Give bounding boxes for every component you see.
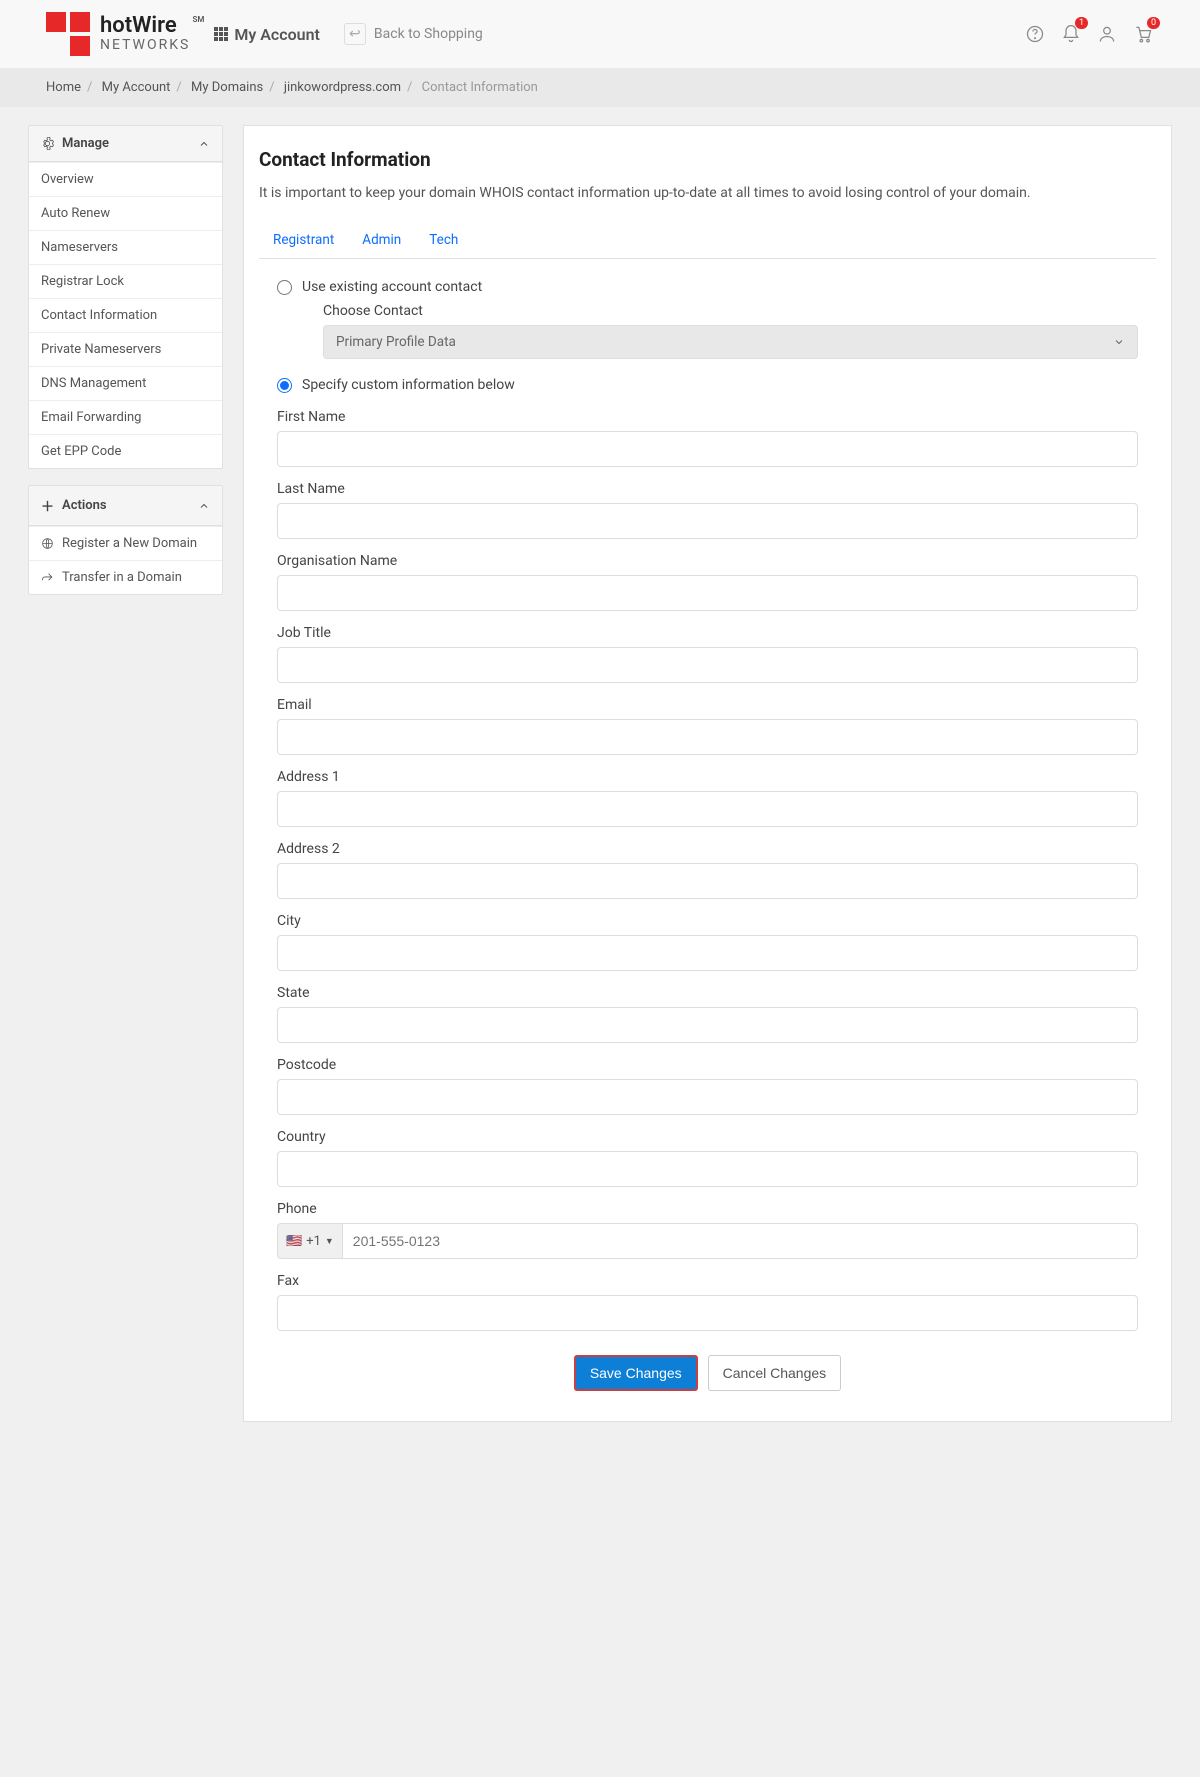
job-label: Job Title (277, 625, 1138, 641)
last-name-input[interactable] (277, 503, 1138, 539)
sidebar-item-dns[interactable]: DNS Management (29, 366, 222, 400)
email-label: Email (277, 697, 1138, 713)
email-input[interactable] (277, 719, 1138, 755)
breadcrumb-current: Contact Information (422, 80, 538, 95)
actions-panel-head[interactable]: ＋ Actions (29, 486, 222, 526)
addr2-label: Address 2 (277, 841, 1138, 857)
tab-tech[interactable]: Tech (429, 222, 458, 258)
breadcrumb-item[interactable]: My Account (102, 80, 171, 95)
phone-country-select[interactable]: 🇺🇸 +1 ▼ (277, 1223, 342, 1259)
phone-input[interactable] (342, 1223, 1138, 1259)
radio-custom[interactable] (277, 378, 292, 393)
manage-panel: Manage Overview Auto Renew Nameservers R… (28, 125, 223, 469)
brand-name: hotWireSM (100, 14, 190, 38)
user-icon[interactable] (1096, 23, 1118, 45)
city-label: City (277, 913, 1138, 929)
manage-panel-head[interactable]: Manage (29, 126, 222, 162)
chevron-up-icon (198, 500, 210, 512)
choose-contact-select[interactable]: Primary Profile Data (323, 325, 1138, 359)
cart-icon[interactable]: 0 (1132, 23, 1154, 45)
sidebar-item-private-ns[interactable]: Private Nameservers (29, 332, 222, 366)
tab-registrant[interactable]: Registrant (273, 222, 334, 258)
sidebar-item-nameservers[interactable]: Nameservers (29, 230, 222, 264)
phone-label: Phone (277, 1201, 1138, 1217)
state-label: State (277, 985, 1138, 1001)
gear-icon (41, 137, 54, 150)
help-icon[interactable] (1024, 23, 1046, 45)
radio-custom-label: Specify custom information below (302, 377, 515, 393)
breadcrumb-item[interactable]: My Domains (191, 80, 263, 95)
first-name-input[interactable] (277, 431, 1138, 467)
globe-icon (41, 537, 54, 550)
cart-badge: 0 (1147, 17, 1160, 29)
job-input[interactable] (277, 647, 1138, 683)
radio-use-existing-label: Use existing account contact (302, 279, 482, 295)
logo[interactable]: hotWireSM NETWORKS (46, 12, 190, 56)
addr2-input[interactable] (277, 863, 1138, 899)
page-title: Contact Information (259, 148, 1156, 171)
first-name-label: First Name (277, 409, 1138, 425)
main-panel: Contact Information It is important to k… (243, 125, 1172, 1422)
action-register-domain[interactable]: Register a New Domain (29, 526, 222, 560)
breadcrumb-item[interactable]: Home (46, 80, 81, 95)
my-account-link[interactable]: My Account (214, 25, 320, 44)
share-icon (41, 571, 54, 584)
chevron-up-icon (198, 138, 210, 150)
radio-use-existing[interactable] (277, 280, 292, 295)
back-to-shopping-link[interactable]: ↩ Back to Shopping (344, 23, 483, 45)
sidebar-item-email-fwd[interactable]: Email Forwarding (29, 400, 222, 434)
brand-tagline: NETWORKS (100, 38, 190, 53)
country-input[interactable] (277, 1151, 1138, 1187)
sidebar-item-auto-renew[interactable]: Auto Renew (29, 196, 222, 230)
org-input[interactable] (277, 575, 1138, 611)
breadcrumb-item[interactable]: jinkowordpress.com (284, 80, 401, 95)
chevron-down-icon (1113, 336, 1125, 348)
save-button[interactable]: Save Changes (574, 1355, 698, 1391)
actions-panel: ＋ Actions Register a New Domain Transfer… (28, 485, 223, 595)
country-label: Country (277, 1129, 1138, 1145)
postcode-input[interactable] (277, 1079, 1138, 1115)
org-label: Organisation Name (277, 553, 1138, 569)
notif-badge: 1 (1075, 17, 1088, 29)
fax-input[interactable] (277, 1295, 1138, 1331)
logo-icon (46, 12, 90, 56)
plus-icon: ＋ (41, 496, 54, 515)
flag-us-icon: 🇺🇸 (286, 1234, 302, 1249)
breadcrumb: Home/ My Account/ My Domains/ jinkowordp… (0, 68, 1200, 107)
postcode-label: Postcode (277, 1057, 1138, 1073)
sidebar-item-overview[interactable]: Overview (29, 162, 222, 196)
action-transfer-domain[interactable]: Transfer in a Domain (29, 560, 222, 594)
sidebar-item-registrar-lock[interactable]: Registrar Lock (29, 264, 222, 298)
tabs: Registrant Admin Tech (259, 222, 1156, 259)
addr1-input[interactable] (277, 791, 1138, 827)
tab-admin[interactable]: Admin (362, 222, 401, 258)
header: hotWireSM NETWORKS My Account ↩ Back to … (0, 0, 1200, 68)
return-icon: ↩ (344, 23, 366, 45)
sidebar-item-epp[interactable]: Get EPP Code (29, 434, 222, 468)
cancel-button[interactable]: Cancel Changes (708, 1355, 842, 1391)
last-name-label: Last Name (277, 481, 1138, 497)
sidebar-item-contact-info[interactable]: Contact Information (29, 298, 222, 332)
page-desc: It is important to keep your domain WHOI… (259, 183, 1156, 204)
state-input[interactable] (277, 1007, 1138, 1043)
notifications-icon[interactable]: 1 (1060, 23, 1082, 45)
city-input[interactable] (277, 935, 1138, 971)
apps-grid-icon (214, 27, 228, 41)
choose-contact-label: Choose Contact (323, 303, 1138, 319)
addr1-label: Address 1 (277, 769, 1138, 785)
fax-label: Fax (277, 1273, 1138, 1289)
